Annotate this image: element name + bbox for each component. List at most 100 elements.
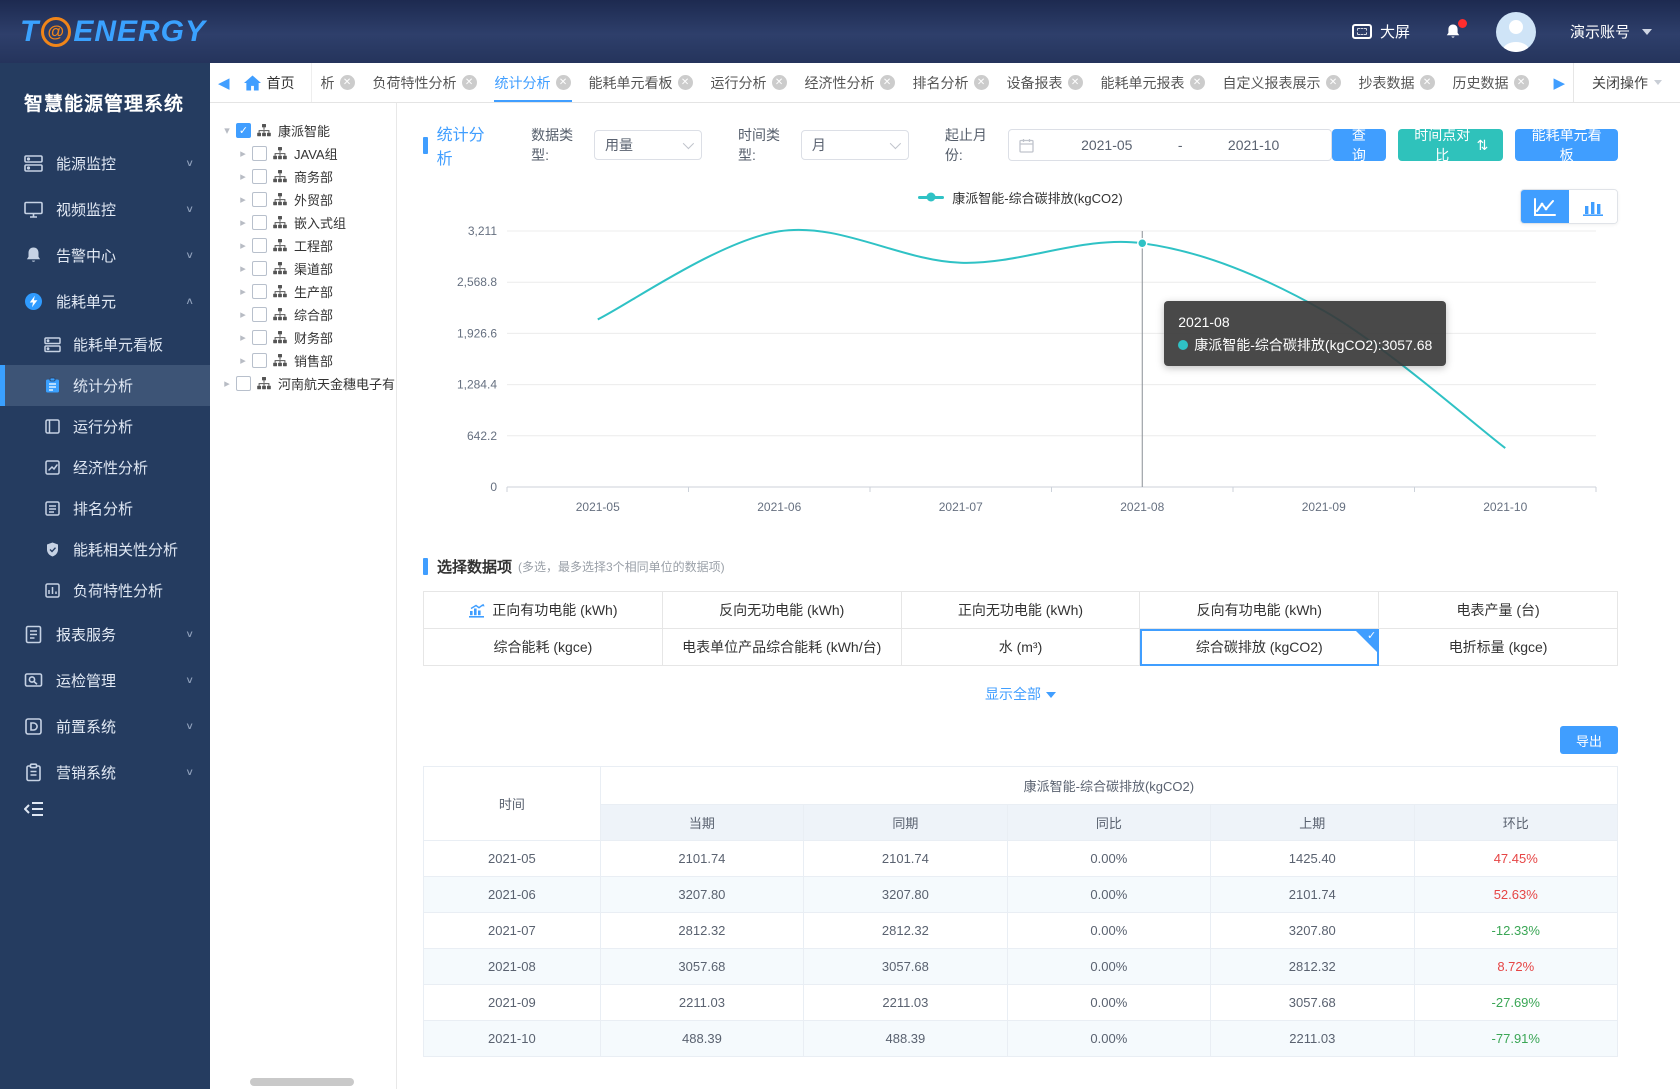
query-button[interactable]: 查询 <box>1332 129 1386 161</box>
tab-经济性分析[interactable]: 经济性分析✕ <box>796 63 904 102</box>
line-chart-toggle[interactable] <box>1521 190 1569 223</box>
tree-expand-icon[interactable]: ▾ <box>220 124 234 137</box>
time-type-select[interactable]: 月 <box>801 130 909 160</box>
tree-collapse-icon[interactable]: ▸ <box>236 239 250 252</box>
tab-实时数据[interactable]: 实时数据✕ <box>1538 63 1546 102</box>
tree-collapse-icon[interactable]: ▸ <box>236 262 250 275</box>
tree-checkbox[interactable] <box>252 330 267 345</box>
tab-close-icon[interactable]: ✕ <box>1068 75 1083 90</box>
tree-node-外贸部[interactable]: ▸外贸部 <box>220 188 396 211</box>
tab-能耗单元看板[interactable]: 能耗单元看板✕ <box>580 63 702 102</box>
tree-node-sibling[interactable]: ▸河南航天金穗电子有 <box>220 372 396 395</box>
tab-close-icon[interactable]: ✕ <box>880 75 895 90</box>
sidebar-item-视频监控[interactable]: 视频监控∨ <box>0 186 210 232</box>
tree-checkbox[interactable] <box>252 238 267 253</box>
collapse-sidebar-icon[interactable] <box>24 801 44 817</box>
tree-collapse-icon[interactable]: ▸ <box>236 308 250 321</box>
tab-close-icon[interactable]: ✕ <box>556 75 571 90</box>
sidebar-subitem-运行分析[interactable]: 运行分析 <box>0 406 210 447</box>
data-item-电表产量 (台)[interactable]: 电表产量 (台) <box>1379 592 1618 629</box>
tab-close-icon[interactable]: ✕ <box>772 75 787 90</box>
big-screen-button[interactable]: 大屏 <box>1352 21 1410 42</box>
tree-checkbox[interactable] <box>252 146 267 161</box>
time-compare-button[interactable]: 时间点对比⇅ <box>1398 129 1503 161</box>
sidebar-subitem-能耗单元看板[interactable]: 能耗单元看板 <box>0 324 210 365</box>
tab-自定义报表展示[interactable]: 自定义报表展示✕ <box>1214 63 1350 102</box>
tree-node-工程部[interactable]: ▸工程部 <box>220 234 396 257</box>
sidebar-item-能耗单元[interactable]: 能耗单元∧ <box>0 278 210 324</box>
tree-collapse-icon[interactable]: ▸ <box>236 331 250 344</box>
tab-close-icon[interactable]: ✕ <box>1326 75 1341 90</box>
export-button[interactable]: 导出 <box>1560 726 1618 754</box>
tab-close-icon[interactable]: ✕ <box>1190 75 1205 90</box>
sidebar-subitem-能耗相关性分析[interactable]: 能耗相关性分析 <box>0 529 210 570</box>
tree-checkbox[interactable] <box>252 284 267 299</box>
tab-历史数据[interactable]: 历史数据✕ <box>1444 63 1538 102</box>
tab-home[interactable]: 首页 <box>238 63 312 102</box>
tree-node-root[interactable]: ▾✓康派智能 <box>220 119 396 142</box>
tree-checkbox[interactable] <box>252 307 267 322</box>
chart-legend[interactable]: 康派智能-综合碳排放(kgCO2) <box>423 177 1618 217</box>
sidebar-subitem-负荷特性分析[interactable]: 负荷特性分析 <box>0 570 210 611</box>
chart-canvas[interactable]: 3,2112,568.81,926.61,284.4642.202021-052… <box>423 217 1616 517</box>
data-type-select[interactable]: 用量 <box>594 130 702 160</box>
tab-close-icon[interactable]: ✕ <box>1420 75 1435 90</box>
tab-析[interactable]: 析✕ <box>312 63 364 102</box>
tree-checkbox[interactable] <box>252 353 267 368</box>
tab-close-icon[interactable]: ✕ <box>462 75 477 90</box>
tree-checkbox[interactable] <box>252 215 267 230</box>
tab-close-icon[interactable]: ✕ <box>1514 75 1529 90</box>
avatar[interactable] <box>1496 12 1536 52</box>
data-item-电表单位产品综合能耗 (kWh/台)[interactable]: 电表单位产品综合能耗 (kWh/台) <box>663 629 902 666</box>
sidebar-subitem-经济性分析[interactable]: 经济性分析 <box>0 447 210 488</box>
tree-collapse-icon[interactable]: ▸ <box>236 285 250 298</box>
energy-unit-kanban-button[interactable]: 能耗单元看板 <box>1515 129 1618 161</box>
tree-collapse-icon[interactable]: ▸ <box>236 193 250 206</box>
tab-负荷特性分析[interactable]: 负荷特性分析✕ <box>364 63 486 102</box>
tree-collapse-icon[interactable]: ▸ <box>236 354 250 367</box>
sidebar-item-营销系统[interactable]: 营销系统∨ <box>0 749 210 795</box>
notification-bell-button[interactable] <box>1444 23 1462 41</box>
date-range-input[interactable]: 2021-05 - 2021-10 <box>1008 129 1332 161</box>
tab-close-icon[interactable]: ✕ <box>678 75 693 90</box>
data-item-电折标量 (kgce)[interactable]: 电折标量 (kgce) <box>1379 629 1618 666</box>
data-item-综合能耗 (kgce)[interactable]: 综合能耗 (kgce) <box>424 629 663 666</box>
tree-node-商务部[interactable]: ▸商务部 <box>220 165 396 188</box>
sidebar-subitem-统计分析[interactable]: 统计分析 <box>0 365 210 406</box>
data-item-水 (m³)[interactable]: 水 (m³) <box>902 629 1141 666</box>
tree-checkbox[interactable] <box>252 169 267 184</box>
data-item-综合碳排放 (kgCO2)[interactable]: 综合碳排放 (kgCO2)✓ <box>1140 629 1379 666</box>
tab-抄表数据[interactable]: 抄表数据✕ <box>1350 63 1444 102</box>
data-item-反向有功电能 (kWh)[interactable]: 反向有功电能 (kWh) <box>1140 592 1379 629</box>
tree-node-财务部[interactable]: ▸财务部 <box>220 326 396 349</box>
show-all-button[interactable]: 显示全部 <box>423 684 1618 704</box>
data-item-反向无功电能 (kWh)[interactable]: 反向无功电能 (kWh) <box>663 592 902 629</box>
tree-horizontal-scrollbar[interactable] <box>250 1078 354 1086</box>
tree-node-销售部[interactable]: ▸销售部 <box>220 349 396 372</box>
tab-统计分析[interactable]: 统计分析✕ <box>486 63 580 102</box>
close-operations-menu[interactable]: 关闭操作 <box>1573 63 1680 102</box>
tab-close-icon[interactable]: ✕ <box>974 75 989 90</box>
tree-checkbox[interactable] <box>252 261 267 276</box>
tree-node-生产部[interactable]: ▸生产部 <box>220 280 396 303</box>
tree-collapse-icon[interactable]: ▸ <box>236 147 250 160</box>
account-menu[interactable]: 演示账号 <box>1570 21 1652 42</box>
tree-node-渠道部[interactable]: ▸渠道部 <box>220 257 396 280</box>
data-item-正向无功电能 (kWh)[interactable]: 正向无功电能 (kWh) <box>902 592 1141 629</box>
sidebar-item-报表服务[interactable]: 报表服务∨ <box>0 611 210 657</box>
tree-checkbox[interactable]: ✓ <box>236 123 251 138</box>
data-item-正向有功电能 (kWh)[interactable]: 正向有功电能 (kWh) <box>424 592 663 629</box>
sidebar-item-运检管理[interactable]: 运检管理∨ <box>0 657 210 703</box>
bar-chart-toggle[interactable] <box>1569 190 1617 223</box>
tree-collapse-icon[interactable]: ▸ <box>236 170 250 183</box>
tabs-scroll-left-icon[interactable]: ◀ <box>210 74 238 92</box>
tree-node-嵌入式组[interactable]: ▸嵌入式组 <box>220 211 396 234</box>
tree-node-综合部[interactable]: ▸综合部 <box>220 303 396 326</box>
tree-checkbox[interactable] <box>236 376 251 391</box>
tree-checkbox[interactable] <box>252 192 267 207</box>
tab-运行分析[interactable]: 运行分析✕ <box>702 63 796 102</box>
tab-设备报表[interactable]: 设备报表✕ <box>998 63 1092 102</box>
tree-collapse-icon[interactable]: ▸ <box>236 216 250 229</box>
tab-close-icon[interactable]: ✕ <box>340 75 355 90</box>
tabs-scroll-right-icon[interactable]: ▶ <box>1545 74 1573 92</box>
